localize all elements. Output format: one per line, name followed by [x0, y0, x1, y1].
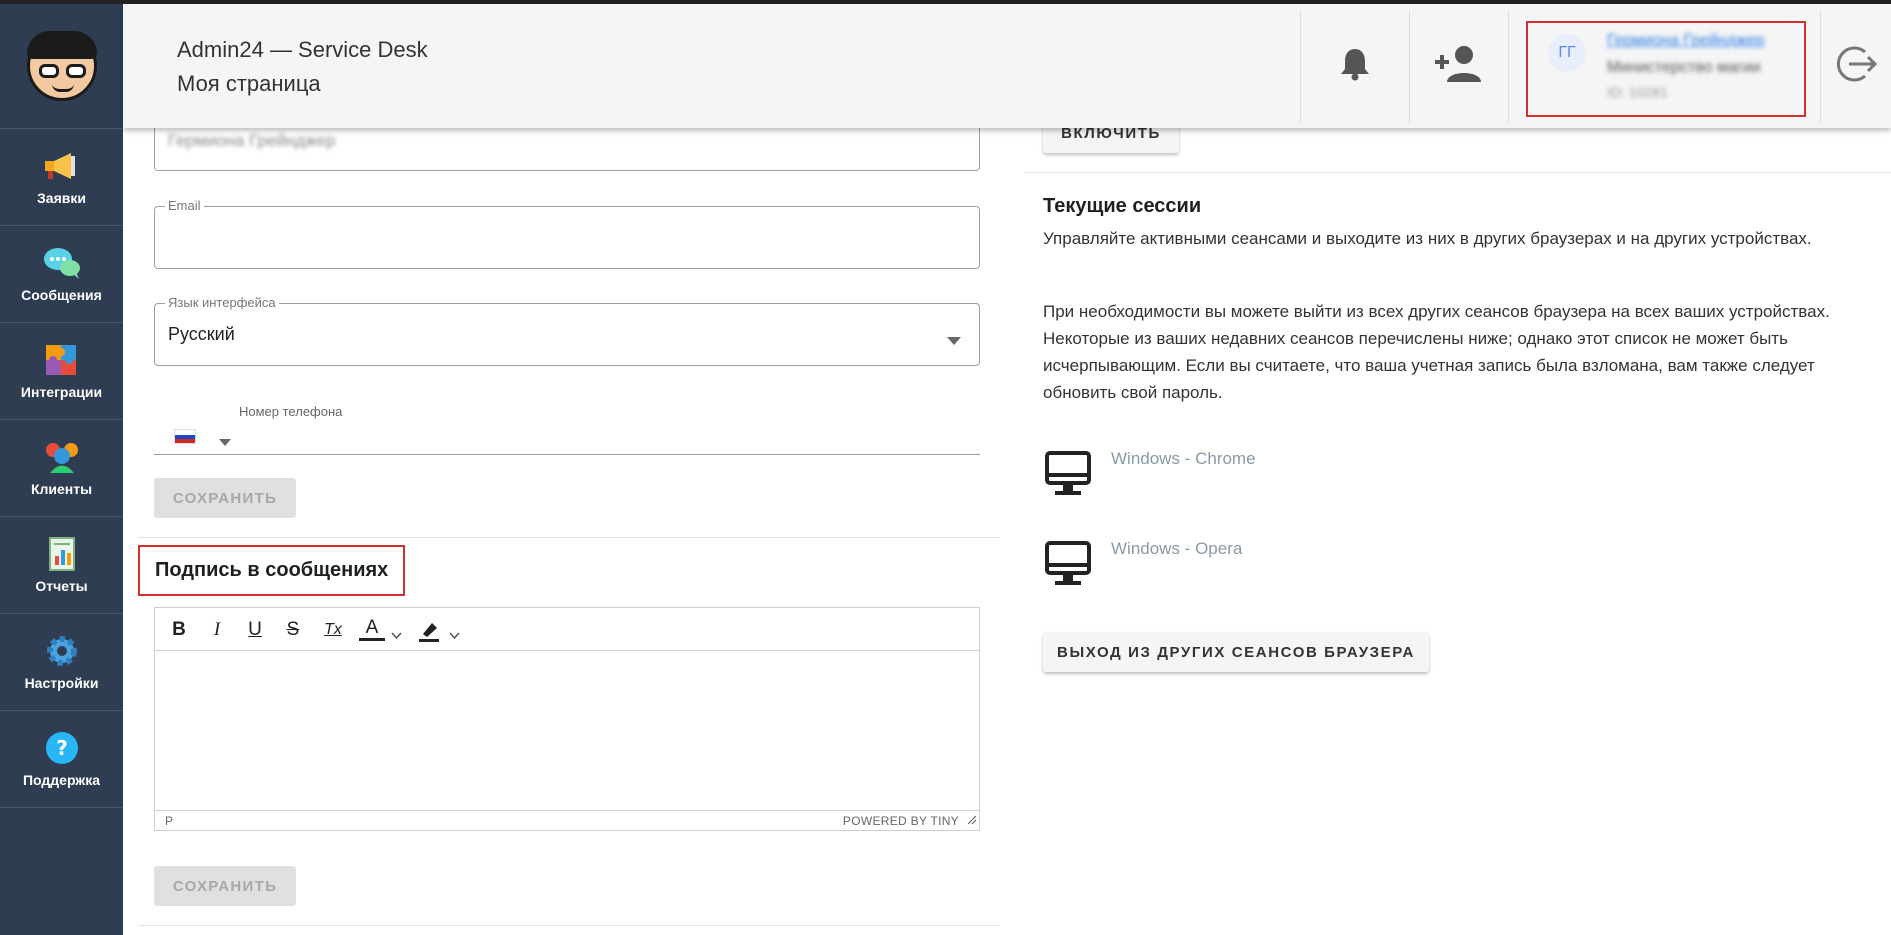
- sidebar-item-label: Поддержка: [22, 772, 101, 788]
- desktop-icon: [1043, 449, 1093, 504]
- session-name: Windows - Opera: [1111, 539, 1243, 558]
- svg-text:?: ?: [56, 736, 68, 760]
- avatar: ГГ: [1548, 34, 1586, 72]
- session-item: Windows - Opera: [1043, 539, 1443, 599]
- add-user-icon: [1433, 44, 1485, 89]
- report-icon: [42, 536, 82, 572]
- strikethrough-button[interactable]: S: [280, 617, 306, 643]
- section-divider: [138, 925, 1000, 926]
- mascot-logo-icon: [26, 31, 97, 101]
- sidebar-item-messages[interactable]: Сообщения: [0, 226, 123, 323]
- page-title: Моя страница: [177, 71, 321, 96]
- notifications-button[interactable]: [1301, 4, 1408, 128]
- sidebar-item-label: Сообщения: [21, 287, 102, 303]
- sidebar-item-support[interactable]: ? Поддержка: [0, 711, 123, 808]
- chevron-down-icon[interactable]: [391, 626, 402, 644]
- save-signature-button[interactable]: СОХРАНИТЬ: [154, 866, 296, 906]
- user-id: ID: 10281: [1607, 84, 1668, 100]
- help-icon: ?: [42, 730, 82, 766]
- russia-flag-icon[interactable]: [174, 429, 196, 444]
- editor-toolbar: B I U S Tx A: [155, 608, 979, 651]
- sidebar-item-label: Интеграции: [20, 384, 103, 400]
- session-item: Windows - Chrome: [1043, 449, 1443, 509]
- bell-icon: [1340, 47, 1370, 86]
- sessions-note: При необходимости вы можете выйти из все…: [1043, 302, 1830, 402]
- underline-button[interactable]: U: [242, 617, 268, 643]
- logout-other-sessions-button[interactable]: ВЫХОД ИЗ ДРУГИХ СЕАНСОВ БРАУЗЕРА: [1043, 632, 1429, 672]
- logout-button[interactable]: [1821, 4, 1891, 128]
- sidebar-item-label: Отчеты: [35, 578, 88, 594]
- section-divider: [1025, 172, 1891, 173]
- powered-by-tiny-link[interactable]: POWERED BY TINY: [843, 814, 959, 828]
- language-select-value: Русский: [168, 324, 235, 344]
- gear-icon: [42, 633, 82, 669]
- user-profile-card[interactable]: ГГ Гермиона Грейнджер Министерство магии…: [1526, 21, 1806, 117]
- element-path[interactable]: P: [165, 814, 173, 828]
- user-organization: Министерство магии: [1607, 59, 1761, 76]
- phone-field-label: Номер телефона: [239, 404, 343, 419]
- phone-field[interactable]: Номер телефона: [154, 400, 980, 455]
- chevron-down-icon: [947, 332, 961, 350]
- header-divider: [1508, 11, 1509, 124]
- logout-icon: [1835, 43, 1878, 90]
- resize-handle-icon[interactable]: [967, 814, 977, 828]
- email-field[interactable]: Email: [154, 198, 980, 269]
- sidebar-item-reports[interactable]: Отчеты: [0, 517, 123, 614]
- section-divider: [138, 537, 1000, 538]
- country-dropdown-icon[interactable]: [219, 433, 231, 451]
- signature-editor[interactable]: B I U S Tx A P POWERED BY TINY: [154, 607, 980, 831]
- text-color-button[interactable]: A: [359, 617, 385, 641]
- users-icon: [42, 439, 82, 475]
- sidebar-item-settings[interactable]: Настройки: [0, 614, 123, 711]
- logo[interactable]: [0, 4, 123, 129]
- save-profile-button[interactable]: СОХРАНИТЬ: [154, 478, 296, 518]
- sidebar-item-label: Настройки: [24, 675, 99, 691]
- language-select-label: Язык интерфейса: [165, 295, 279, 310]
- sidebar-item-integrations[interactable]: Интеграции: [0, 323, 123, 420]
- name-field-value: Гермиона Грейнджер: [168, 131, 336, 150]
- email-field-label: Email: [165, 198, 204, 213]
- puzzle-icon: [42, 342, 82, 378]
- editor-content-area[interactable]: [155, 652, 979, 810]
- language-select[interactable]: Язык интерфейса Русский: [154, 295, 980, 366]
- desktop-icon: [1043, 539, 1093, 594]
- sidebar-item-clients[interactable]: Клиенты: [0, 420, 123, 517]
- italic-button[interactable]: I: [204, 617, 230, 643]
- signature-section-title: Подпись в сообщениях: [155, 559, 389, 581]
- top-header: Admin24 — Service Desk Моя страница ГГ Г…: [123, 4, 1891, 128]
- sidebar-item-label: Заявки: [37, 190, 86, 206]
- clear-formatting-button[interactable]: Tx: [320, 617, 346, 643]
- sessions-description: Управляйте активными сеансами и выходите…: [1043, 229, 1812, 248]
- sidebar: Заявки Сообщения Интеграции Клиенты Отче…: [0, 4, 123, 935]
- session-name: Windows - Chrome: [1111, 449, 1256, 468]
- chevron-down-icon[interactable]: [449, 626, 460, 644]
- app-title: Admin24 — Service Desk: [177, 37, 428, 62]
- megaphone-icon: [42, 148, 82, 184]
- user-name-link[interactable]: Гермиона Грейнджер: [1607, 32, 1765, 50]
- chat-bubbles-icon: [42, 245, 82, 281]
- add-user-button[interactable]: [1410, 4, 1508, 128]
- editor-statusbar: P POWERED BY TINY: [155, 810, 979, 830]
- highlight-color-icon[interactable]: [417, 619, 441, 648]
- sessions-title: Текущие сессии: [1043, 195, 1202, 217]
- bold-button[interactable]: B: [166, 617, 192, 643]
- sidebar-item-requests[interactable]: Заявки: [0, 129, 123, 226]
- sidebar-item-label: Клиенты: [30, 481, 93, 497]
